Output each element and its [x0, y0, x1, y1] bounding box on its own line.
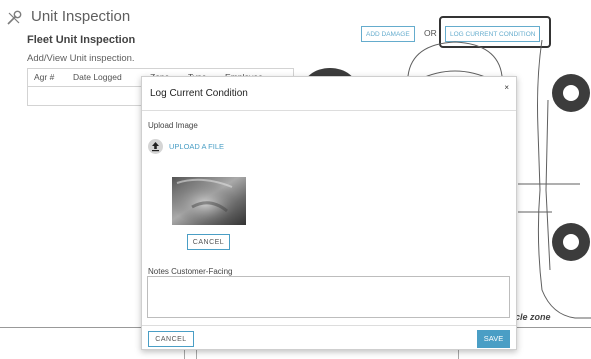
- log-condition-modal: Log Current Condition × Upload Image UPL…: [141, 76, 517, 350]
- notes-textarea[interactable]: [147, 276, 510, 318]
- modal-header-divider: [142, 110, 516, 111]
- save-button[interactable]: SAVE: [477, 330, 510, 348]
- modal-title: Log Current Condition: [150, 88, 248, 99]
- close-icon[interactable]: ×: [504, 83, 509, 92]
- uploaded-image-thumbnail: [172, 177, 246, 225]
- upload-arrow-icon[interactable]: [148, 139, 163, 154]
- upload-image-label: Upload Image: [148, 121, 198, 130]
- modal-footer-divider: [142, 325, 516, 326]
- remove-image-button[interactable]: CANCEL: [187, 234, 230, 250]
- notes-label: Notes Customer-Facing: [148, 267, 233, 276]
- cancel-button[interactable]: CANCEL: [148, 331, 194, 347]
- upload-file-link[interactable]: UPLOAD A FILE: [169, 142, 224, 151]
